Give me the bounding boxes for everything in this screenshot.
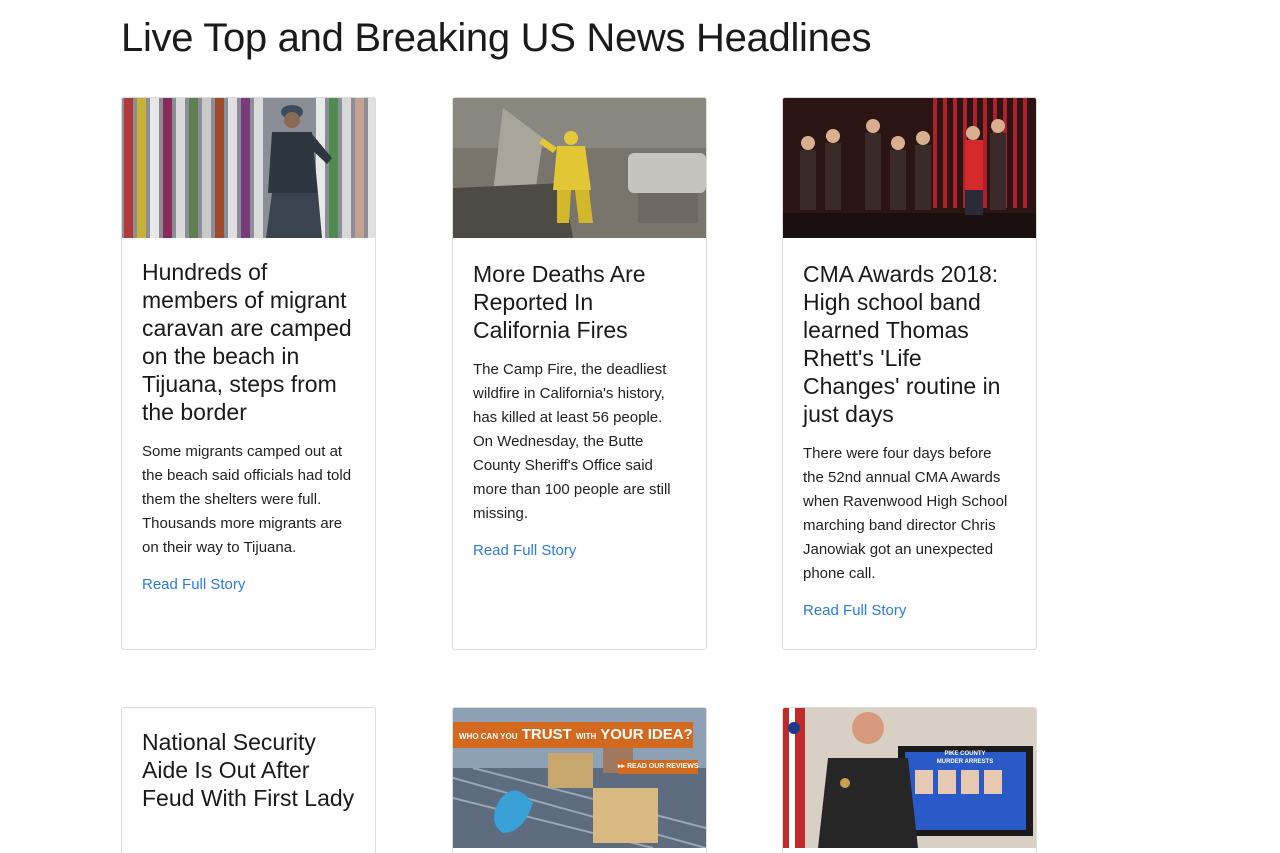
card-summary: The Camp Fire, the deadliest wildfire in… <box>473 361 671 522</box>
news-image[interactable] <box>122 98 375 238</box>
card-summary: There were four days before the 52nd ann… <box>803 445 1008 582</box>
news-card: Hundreds of members of migrant caravan a… <box>121 97 376 650</box>
page-title: Live Top and Breaking US News Headlines <box>121 16 872 60</box>
news-image[interactable] <box>783 98 1036 238</box>
news-card: More Deaths Are Reported In California F… <box>452 97 707 650</box>
ad-image[interactable]: WHO CAN YOU TRUST WITH YOUR IDEA? ▸▸ REA… <box>453 708 706 848</box>
read-full-story-link[interactable]: Read Full Story <box>803 602 906 619</box>
news-image[interactable]: PIKE COUNTY MURDER ARRESTS <box>783 708 1036 848</box>
ad-read-reviews[interactable]: ▸▸ READ OUR REVIEWS <box>618 760 699 774</box>
read-full-story-link[interactable]: Read Full Story <box>473 542 576 559</box>
card-headline[interactable]: National Security Aide Is Out After Feud… <box>142 728 355 812</box>
card-headline[interactable]: More Deaths Are Reported In California F… <box>473 260 686 344</box>
news-image[interactable] <box>453 98 706 238</box>
card-headline[interactable]: CMA Awards 2018: High school band learne… <box>803 260 1016 428</box>
card-summary: Some migrants camped out at the beach sa… <box>142 443 352 556</box>
ad-card[interactable]: WHO CAN YOU TRUST WITH YOUR IDEA? ▸▸ REA… <box>452 707 707 853</box>
ad-headline: WHO CAN YOU TRUST WITH YOUR IDEA? <box>453 722 693 748</box>
news-card: CMA Awards 2018: High school band learne… <box>782 97 1037 650</box>
card-headline[interactable]: Hundreds of members of migrant caravan a… <box>142 258 355 426</box>
news-card: National Security Aide Is Out After Feud… <box>121 707 376 853</box>
news-card: PIKE COUNTY MURDER ARRESTS <box>782 707 1037 853</box>
read-full-story-link[interactable]: Read Full Story <box>142 576 245 593</box>
screen-caption: PIKE COUNTY MURDER ARRESTS <box>936 751 994 765</box>
